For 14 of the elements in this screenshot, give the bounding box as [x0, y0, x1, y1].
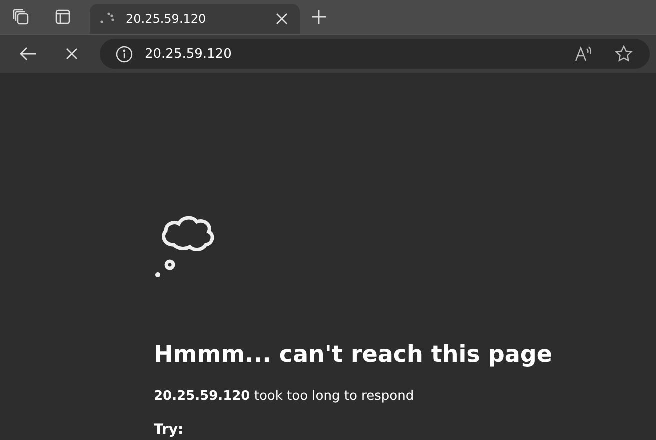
close-icon[interactable]: [276, 13, 288, 25]
favorite-star-icon[interactable]: [615, 45, 633, 63]
read-aloud-icon[interactable]: [575, 46, 593, 62]
tab-actions-icon[interactable]: [55, 9, 71, 25]
info-icon[interactable]: [116, 46, 133, 62]
back-arrow-icon[interactable]: [19, 46, 37, 62]
plus-icon[interactable]: [311, 9, 327, 25]
error-message: 20.25.59.120 took too long to respond: [154, 388, 416, 406]
address-bar[interactable]: 20.25.59.120: [100, 39, 650, 69]
close-icon[interactable]: [66, 48, 78, 60]
workspaces-icon[interactable]: [12, 8, 30, 26]
browser-tab[interactable]: 20.25.59.120: [90, 4, 300, 34]
try-label: Try:: [154, 422, 185, 438]
error-heading: Hmmm... can't reach this page: [154, 341, 554, 370]
